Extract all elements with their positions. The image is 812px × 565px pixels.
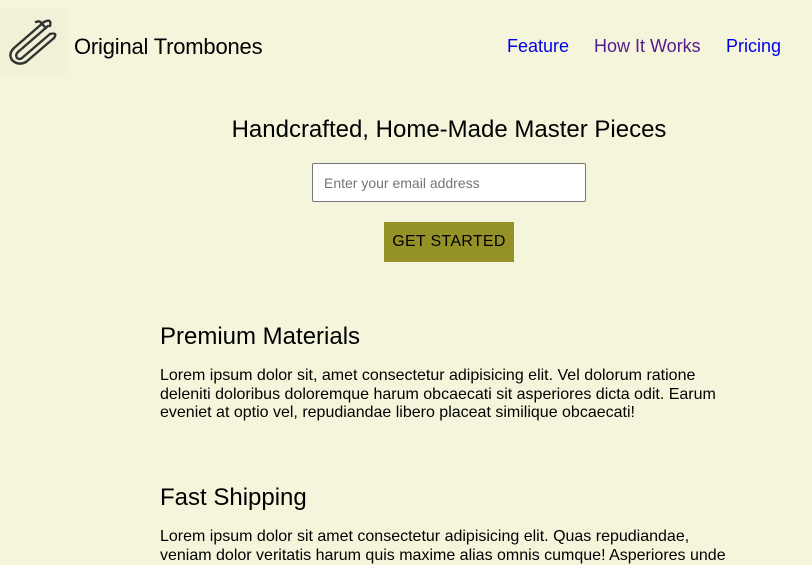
nav-link-pricing[interactable]: Pricing — [726, 35, 781, 57]
nav-link-how-it-works[interactable]: How It Works — [594, 35, 701, 57]
feature-title: Premium Materials — [160, 323, 361, 350]
nav-link-feature[interactable]: Feature — [507, 35, 569, 57]
email-input[interactable] — [312, 163, 586, 202]
feature-title: Fast Shipping — [160, 484, 307, 511]
feature-description: Lorem ipsum dolor sit amet consectetur a… — [160, 528, 726, 564]
hero-title: Handcrafted, Home-Made Master Pieces — [231, 116, 667, 143]
feature-fast-shipping: Fast Shipping Lorem ipsum dolor sit amet… — [160, 484, 740, 565]
site-header: Original Trombones Feature How It Works … — [0, 0, 812, 80]
feature-premium-materials: Premium Materials Lorem ipsum dolor sit,… — [160, 323, 740, 423]
get-started-button[interactable]: GET STARTED — [384, 222, 514, 262]
main-nav: Feature How It Works Pricing — [0, 35, 812, 59]
feature-description: Lorem ipsum dolor sit, amet consectetur … — [160, 367, 716, 421]
